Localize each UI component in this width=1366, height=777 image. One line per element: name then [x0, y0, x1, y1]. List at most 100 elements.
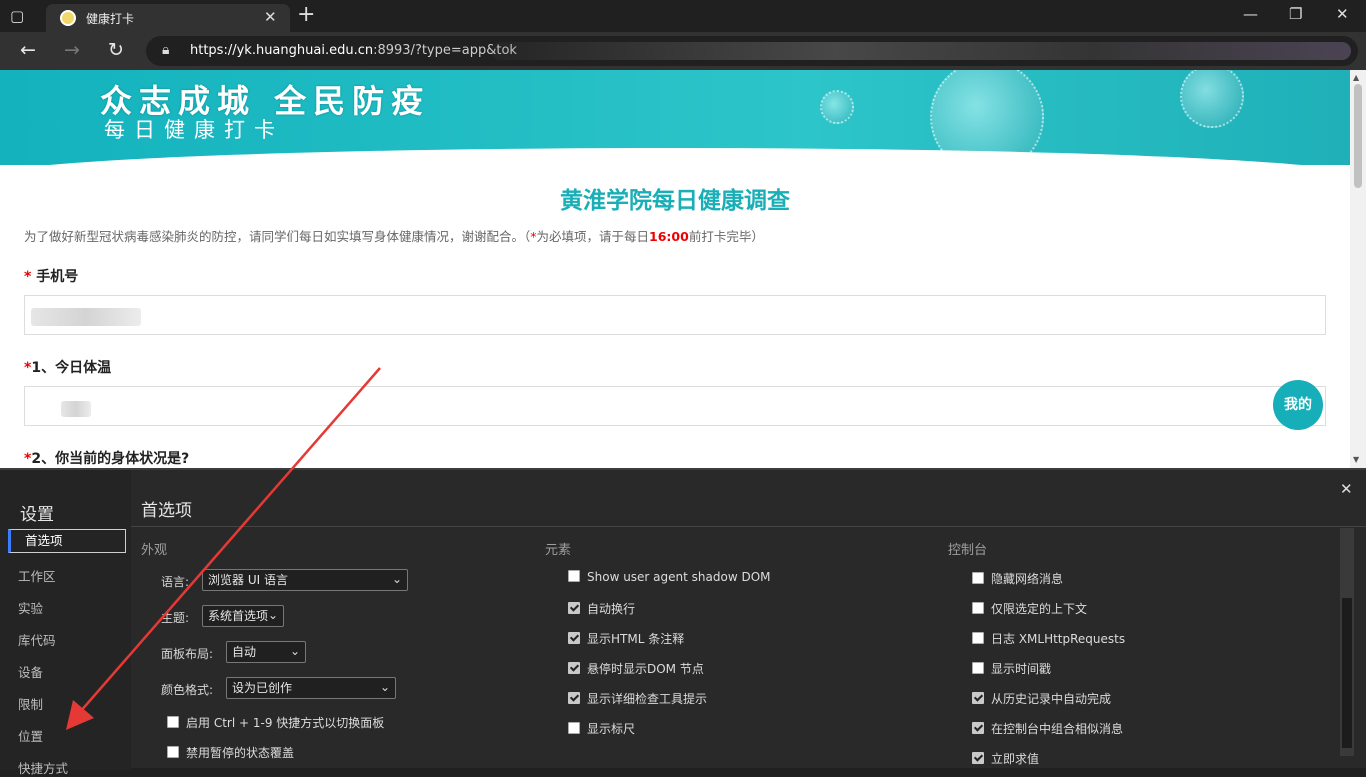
health-status-label: *2、你当前的身体状况是? [24, 448, 189, 468]
back-button[interactable]: ← [20, 40, 36, 60]
settings-nav-devices[interactable]: 设备 [18, 662, 43, 681]
settings-title: 设置 [20, 505, 54, 525]
timestamps-checkbox-row[interactable]: 显示时间戳 [972, 660, 1051, 677]
checkbox[interactable] [972, 602, 984, 614]
form-title: 黄淮学院每日健康调查 [560, 188, 790, 214]
language-label: 语言: [161, 575, 190, 589]
checkbox-label: 隐藏网络消息 [991, 572, 1064, 586]
settings-scroll-thumb[interactable] [1342, 598, 1352, 748]
url-text: https://yk.huanghuai.edu.cn:8993/?type=a… [190, 43, 517, 58]
redacted-temperature [61, 401, 91, 417]
chevron-down-icon: ⌄ [289, 644, 300, 658]
phone-label-text: 手机号 [36, 269, 79, 285]
appearance-section-title: 外观 [141, 543, 168, 558]
devtools-settings-panel: 设置 首选项 工作区 实验 库代码 设备 限制 位置 快捷方式 ✕ 首选项 外观… [0, 468, 1366, 776]
checkbox-label: 在控制台中组合相似消息 [991, 722, 1124, 736]
phone-input[interactable] [24, 295, 1326, 335]
window-close-button[interactable]: ✕ [1336, 5, 1349, 23]
checkbox-label: 显示HTML 条注释 [587, 632, 685, 646]
checkbox-checked[interactable] [972, 722, 984, 734]
language-select[interactable]: 浏览器 UI 语言 ⌄ [202, 569, 408, 591]
paused-overlay-checkbox-row[interactable]: 禁用暂停的状态覆盖 [167, 744, 294, 761]
address-bar[interactable]: 🔒︎ https://yk.huanghuai.edu.cn:8993/?typ… [146, 36, 1358, 66]
health-status-label-text: 2、你当前的身体状况是? [31, 451, 190, 467]
shadow-dom-checkbox-row[interactable]: Show user agent shadow DOM [568, 570, 771, 584]
checkbox-label: 悬停时显示DOM 节点 [587, 662, 704, 676]
panel-layout-select[interactable]: 自动 ⌄ [226, 641, 306, 663]
browser-toolbar: ← → ↻ 🔒︎ https://yk.huanghuai.edu.cn:899… [0, 32, 1366, 70]
settings-nav-locations[interactable]: 位置 [18, 726, 43, 745]
intro-main: 为了做好新型冠状病毒感染肺炎的防控，请同学们每日如实填写身体健康情况，谢谢配合。… [24, 229, 531, 244]
rulers-checkbox-row[interactable]: 显示标尺 [568, 720, 635, 737]
scroll-up-icon[interactable]: ▲ [1353, 73, 1359, 82]
selected-context-checkbox-row[interactable]: 仅限选定的上下文 [972, 600, 1087, 617]
checkbox[interactable] [972, 572, 984, 584]
checkbox[interactable] [568, 570, 580, 582]
tab-title: 健康打卡 [86, 12, 135, 26]
page-scrollbar[interactable]: ▲ ▼ [1350, 70, 1366, 468]
theme-label: 主题: [161, 611, 190, 625]
theme-select[interactable]: 系统首选项 ⌄ [202, 605, 284, 627]
intro-end: 前打卡完毕） [688, 229, 764, 244]
log-xhr-checkbox-row[interactable]: 日志 XMLHttpRequests [972, 630, 1125, 647]
word-wrap-checkbox-row[interactable]: 自动换行 [568, 600, 635, 617]
virus-illustration [820, 90, 854, 124]
checkbox-checked[interactable] [568, 602, 580, 614]
checkbox[interactable] [167, 716, 179, 728]
form-intro: 为了做好新型冠状病毒感染肺炎的防控，请同学们每日如实填写身体健康情况，谢谢配合。… [24, 226, 764, 245]
temperature-label: *1、今日体温 [24, 357, 111, 377]
inspect-tooltip-checkbox-row[interactable]: 显示详细检查工具提示 [568, 690, 707, 707]
settings-nav-preferences[interactable]: 首选项 [8, 529, 126, 553]
web-page: 众志成城 全民防疫 每日健康打卡 黄淮学院每日健康调查 为了做好新型冠状病毒感染… [0, 70, 1350, 468]
settings-nav-throttling[interactable]: 限制 [18, 694, 43, 713]
new-tab-button[interactable]: + [297, 4, 315, 26]
tab-actions-icon[interactable]: ▢ [10, 7, 28, 25]
autocomplete-checkbox-row[interactable]: 从历史记录中自动完成 [972, 690, 1111, 707]
elements-section-title: 元素 [545, 543, 572, 558]
ctrl-shortcut-checkbox-row[interactable]: 启用 Ctrl + 1-9 快捷方式以切换面板 [167, 714, 384, 731]
settings-sidebar: 设置 首选项 工作区 实验 库代码 设备 限制 位置 快捷方式 [0, 470, 131, 776]
forward-button[interactable]: → [64, 40, 80, 60]
browser-tab[interactable]: 健康打卡 ✕ [46, 4, 290, 32]
settings-nav-experiments[interactable]: 实验 [18, 598, 43, 617]
checkbox[interactable] [167, 746, 179, 758]
scroll-down-icon[interactable]: ▼ [1353, 455, 1359, 464]
checkbox[interactable] [972, 632, 984, 644]
mine-button[interactable]: 我的 [1273, 380, 1323, 430]
checkbox-checked[interactable] [568, 632, 580, 644]
browser-tab-bar: ▢ 健康打卡 ✕ + — ❐ ✕ [0, 0, 1366, 32]
page-scroll-thumb[interactable] [1354, 84, 1362, 188]
checkbox-label: 日志 XMLHttpRequests [991, 632, 1126, 646]
temperature-input[interactable] [24, 386, 1326, 426]
group-similar-checkbox-row[interactable]: 在控制台中组合相似消息 [972, 720, 1123, 737]
settings-close-icon[interactable]: ✕ [1340, 480, 1353, 498]
console-section-title: 控制台 [948, 543, 988, 558]
checkbox[interactable] [972, 662, 984, 674]
settings-nav-library-code[interactable]: 库代码 [18, 630, 56, 649]
panel-layout-label: 面板布局: [161, 647, 214, 661]
settings-scrollbar[interactable] [1340, 528, 1354, 756]
checkbox-checked[interactable] [972, 692, 984, 704]
checkbox-label: 从历史记录中自动完成 [991, 692, 1112, 706]
checkbox-checked[interactable] [972, 752, 984, 764]
hide-network-checkbox-row[interactable]: 隐藏网络消息 [972, 570, 1063, 587]
checkbox-label: 显示详细检查工具提示 [587, 692, 708, 706]
hover-dom-checkbox-row[interactable]: 悬停时显示DOM 节点 [568, 660, 704, 677]
theme-value: 系统首选项 [208, 609, 269, 623]
tab-close-icon[interactable]: ✕ [264, 8, 277, 26]
virus-illustration [1180, 70, 1244, 128]
checkbox-checked[interactable] [568, 662, 580, 674]
reload-button[interactable]: ↻ [108, 40, 124, 60]
checkbox-label: Show user agent shadow DOM [587, 570, 771, 584]
minimize-button[interactable]: — [1243, 5, 1258, 23]
html-comments-checkbox-row[interactable]: 显示HTML 条注释 [568, 630, 684, 647]
language-value: 浏览器 UI 语言 [208, 573, 288, 587]
restore-button[interactable]: ❐ [1289, 5, 1302, 23]
eager-eval-checkbox-row[interactable]: 立即求值 [972, 750, 1039, 767]
intro-deadline: 16:00 [649, 229, 689, 244]
checkbox-checked[interactable] [568, 692, 580, 704]
settings-nav-workspace[interactable]: 工作区 [18, 566, 56, 585]
color-format-select[interactable]: 设为已创作 ⌄ [226, 677, 396, 699]
redacted-url [491, 42, 1351, 60]
checkbox[interactable] [568, 722, 580, 734]
